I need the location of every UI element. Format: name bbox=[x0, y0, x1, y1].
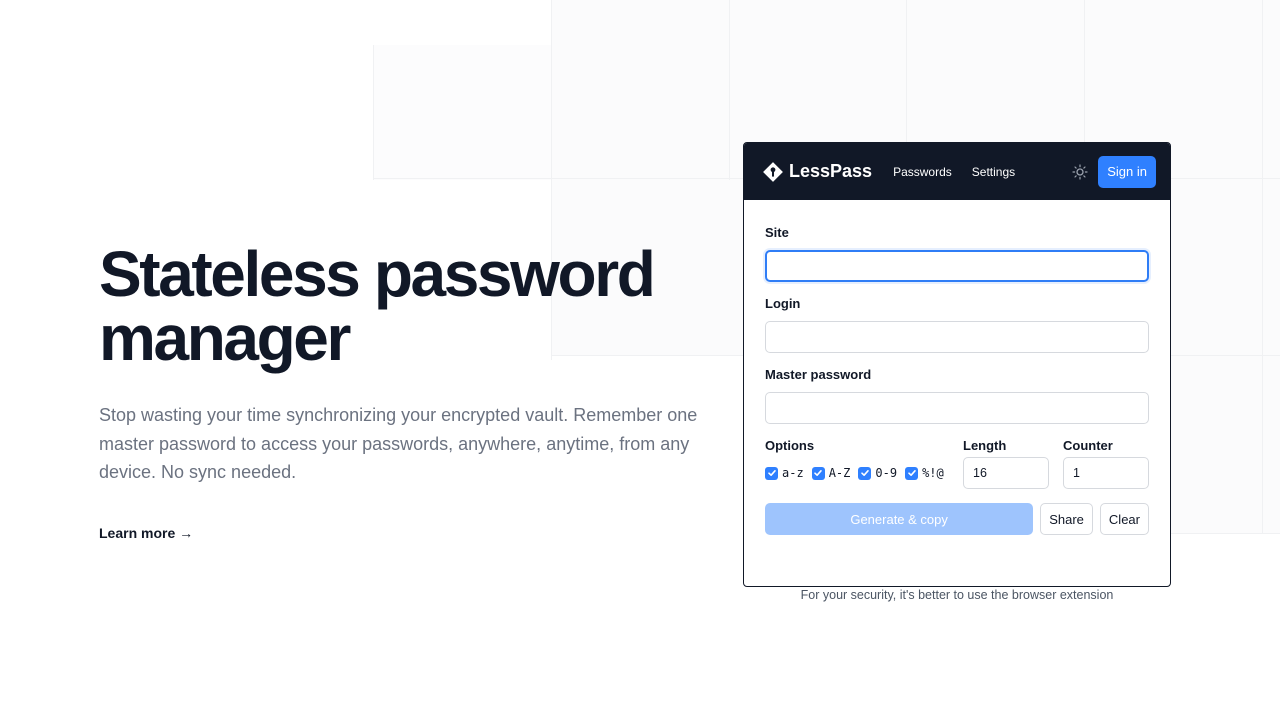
checkbox-symbols[interactable] bbox=[905, 466, 919, 480]
nav-passwords[interactable]: Passwords bbox=[893, 165, 952, 179]
option-uppercase-label: A-Z bbox=[828, 466, 851, 480]
sign-in-button[interactable]: Sign in bbox=[1098, 155, 1156, 188]
options-row: a-z A-Z 0-9 %!@ 16 1 bbox=[765, 457, 1149, 489]
password-form: Site Login Master password Options Lengt… bbox=[744, 225, 1170, 535]
character-options: a-z A-Z 0-9 %!@ bbox=[765, 457, 963, 489]
option-digits[interactable]: 0-9 bbox=[858, 466, 897, 480]
generate-copy-button[interactable]: Generate & copy bbox=[765, 503, 1034, 535]
login-input[interactable] bbox=[765, 321, 1149, 353]
checkmark-icon bbox=[861, 470, 869, 476]
page-title-line-1: Stateless password bbox=[99, 238, 656, 310]
sun-icon[interactable] bbox=[1072, 163, 1088, 180]
option-symbols[interactable]: %!@ bbox=[905, 466, 944, 480]
checkbox-lowercase[interactable] bbox=[765, 466, 778, 480]
page-title-line-2: manager bbox=[99, 302, 351, 374]
option-lowercase[interactable]: a-z bbox=[765, 466, 804, 480]
hero-section: Stateless password manager Stop wasting … bbox=[99, 242, 719, 543]
action-buttons: Generate & copy Share Clear bbox=[765, 503, 1149, 535]
learn-more-link[interactable]: Learn more → bbox=[99, 525, 193, 541]
option-digits-label: 0-9 bbox=[875, 466, 898, 480]
brand-name: LessPass bbox=[789, 161, 873, 181]
site-input[interactable] bbox=[765, 250, 1149, 282]
page-title: Stateless password manager bbox=[99, 242, 719, 370]
site-label: Site bbox=[765, 225, 789, 240]
checkbox-uppercase[interactable] bbox=[811, 466, 825, 480]
lesspass-app-card: LessPass Passwords Settings Sign in Site… bbox=[743, 142, 1171, 587]
counter-label: Counter bbox=[1063, 438, 1113, 453]
share-button[interactable]: Share bbox=[1040, 503, 1093, 535]
length-label: Length bbox=[963, 438, 1007, 453]
brand[interactable]: LessPass bbox=[762, 161, 872, 183]
counter-input[interactable] bbox=[1063, 457, 1149, 489]
master-password-input[interactable] bbox=[765, 392, 1149, 424]
options-label: Options bbox=[765, 438, 815, 453]
app-navbar: LessPass Passwords Settings Sign in bbox=[744, 143, 1170, 200]
checkbox-digits[interactable] bbox=[858, 466, 872, 480]
option-uppercase[interactable]: A-Z bbox=[811, 466, 851, 480]
option-lowercase-label: a-z bbox=[782, 466, 804, 480]
hero-description: Stop wasting your time synchronizing you… bbox=[99, 405, 698, 482]
master-password-label: Master password bbox=[765, 367, 872, 382]
checkmark-icon bbox=[767, 470, 776, 476]
options-row-labels: Options Length Counter bbox=[765, 438, 1149, 453]
lesspass-logo-icon bbox=[763, 161, 783, 182]
checkmark-icon bbox=[814, 470, 822, 476]
clear-button[interactable]: Clear bbox=[1099, 503, 1149, 535]
nav-settings[interactable]: Settings bbox=[972, 165, 1015, 179]
option-symbols-label: %!@ bbox=[922, 466, 944, 480]
length-input[interactable] bbox=[963, 457, 1049, 489]
login-label: Login bbox=[765, 296, 801, 311]
checkmark-icon bbox=[907, 470, 916, 476]
browser-extension-note: For your security, it's better to use th… bbox=[800, 588, 1114, 602]
